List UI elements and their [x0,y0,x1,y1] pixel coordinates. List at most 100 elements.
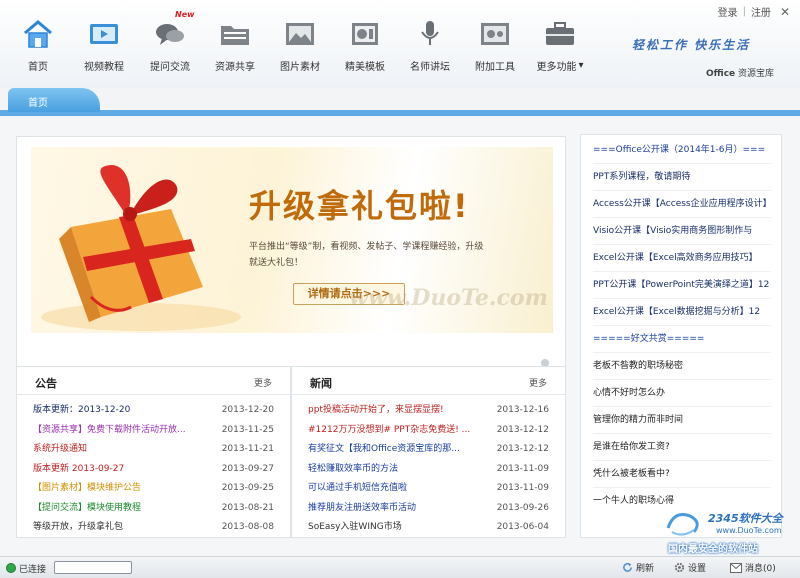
notice-item-title[interactable]: 系统升级通知 [33,440,213,460]
toolbar-pictures-button[interactable]: 图片素材 [268,18,332,76]
sidebar-link[interactable]: Excel公开课【Excel高效商务应用技巧】 [593,245,771,272]
gift-box-icon [41,165,241,331]
brand-logo: Office 资源宝库 [706,66,774,79]
sidebar-link[interactable]: PPT系列课程，敬请期待 [593,164,771,191]
notice-item-title[interactable]: 【提问交流】模块使用教程 [33,499,213,519]
promo-banner[interactable]: 升级拿礼包啦! 平台推出“等级”制，看视频、发帖子、学课程赚经验，升级就送大礼包… [31,147,553,333]
toolbar-qa-button[interactable]: New 提问交流 [138,10,202,76]
microphone-icon [421,21,439,45]
swirl-logo-icon [666,513,699,536]
notice-row[interactable]: 系统升级通知 2013-11-21 [17,440,290,460]
course-sidebar: ===Office公开课（2014年1-6月）=== PPT系列课程，敬请期待 Ac… [580,134,782,538]
sidebar-link[interactable]: 是谁在给你发工资? [593,434,771,461]
notice-row[interactable]: 【资源共享】免费下载附件活动开放... 2013-11-25 [17,421,290,441]
notice-item-title[interactable]: 【资源共享】免费下载附件活动开放... [33,421,213,441]
sidebar-link[interactable]: Access公开课【Access企业应用程序设计】 [593,191,771,218]
status-input[interactable] [54,561,132,574]
toolbar-more-label: 更多功能 [536,62,577,73]
notice-item-date: 2013-09-27 [221,463,274,474]
main-content: 升级拿礼包啦! 平台推出“等级”制，看视频、发帖子、学课程赚经验，升级就送大礼包… [0,118,800,554]
news-item-date: 2013-12-12 [496,424,549,435]
refresh-button[interactable]: 刷新 [622,561,654,574]
news-item-date: 2013-11-09 [496,483,549,493]
news-row[interactable]: 可以通过手机短信充值啦 2013-11-09 [292,479,565,499]
toolbar-tools-button[interactable]: 附加工具 [463,18,527,76]
news-item-title[interactable]: 轻松赚取效率币的方法 [308,460,488,480]
messages-label: 消息(0) [745,564,776,574]
toolbar-more-button[interactable]: 更多功能 ▾ [528,18,592,76]
notice-item-title[interactable]: 版本更新 2013-09-27 [33,460,213,480]
notice-row[interactable]: 【图片素材】模块维护公告 2013-09-25 [17,479,290,499]
news-item-title[interactable]: 推荐朋友注册送效率币活动 [308,499,488,519]
sidebar-link[interactable]: 凭什么被老板看中? [593,461,771,488]
news-item-title[interactable]: 有奖征文【我和Office资源宝库的那... [308,440,488,460]
news-row[interactable]: #1212万万没想到# PPT杂志免费送! ... 2013-12-12 [292,421,565,441]
tab-home[interactable]: 首页 [8,88,100,112]
notice-item-title[interactable]: 【图片素材】模块维护公告 [33,479,213,499]
settings-button[interactable]: 设置 [674,561,706,574]
template-icon [352,23,378,45]
news-row[interactable]: SoEasy入驻WING市场 2013-06-04 [292,518,565,538]
notice-item-title[interactable]: 版本更新：2013-12-20 [33,401,213,421]
banner-watermark: www.DuoTe.com [349,285,548,311]
brand-label: 资源宝库 [738,69,775,79]
notice-panel: 公告 更多 版本更新：2013-12-20 2013-12-20 【资源共享】免费下… [16,366,291,538]
toolbar-templates-button[interactable]: 精美模板 [333,18,397,76]
news-item-title[interactable]: SoEasy入驻WING市场 [308,518,488,538]
chevron-down-icon: ▾ [578,60,584,71]
watermark-url: www.DuoTe.com [716,526,782,535]
sidebar-section-heading: ===Office公开课（2014年1-6月）=== [593,137,771,164]
notice-item-date: 2013-08-08 [221,522,274,532]
toolbar-lectures-button[interactable]: 名师讲坛 [398,18,462,76]
video-icon [90,24,118,44]
briefcase-icon [546,22,574,45]
notice-row[interactable]: 【提问交流】模块使用教程 2013-08-21 [17,499,290,519]
sidebar-link[interactable]: 老板不昝教的职场秘密 [593,353,771,380]
notice-row[interactable]: 版本更新 2013-09-27 2013-09-27 [17,460,290,480]
toolbar-share-label: 资源共享 [215,62,255,73]
top-toolbar: 首页 视频教程 New 提问交流 资源共享 图片素材 精美模板 名师讲坛 附加工… [0,0,800,88]
banner-box: 升级拿礼包啦! 平台推出“等级”制，看视频、发帖子、学课程赚经验，升级就送大礼包… [16,136,566,372]
notice-item-title[interactable]: 等级开放，升级拿礼包 [33,518,213,538]
toolbar-pictures-label: 图片素材 [280,62,320,73]
news-item-title[interactable]: #1212万万没想到# PPT杂志免费送! ... [308,421,488,441]
news-row[interactable]: 轻松赚取效率币的方法 2013-11-09 [292,460,565,480]
connection-status-icon [6,563,16,573]
news-more-link[interactable]: 更多 [529,376,547,389]
news-header: 新闻 更多 [292,367,565,395]
close-icon[interactable]: ✕ [780,5,790,19]
sidebar-link[interactable]: Visio公开课【Visio实用商务图形制作与 [593,218,771,245]
home-icon [24,20,52,48]
picture-icon [286,23,314,45]
register-link[interactable]: 注册 [751,4,771,19]
sidebar-link[interactable]: 管理你的精力而非时间 [593,407,771,434]
slogan: 轻松工作 快乐生活 [632,38,751,52]
toolbar-video-button[interactable]: 视频教程 [72,18,136,76]
brand-office: Office [706,69,736,79]
news-row[interactable]: 推荐朋友注册送效率币活动 2013-09-26 [292,499,565,519]
sidebar-link[interactable]: Excel公开课【Excel数据挖掘与分析】12 [593,299,771,326]
sidebar-list: ===Office公开课（2014年1-6月）=== PPT系列课程，敬请期待 Ac… [581,135,781,515]
sidebar-link[interactable]: PPT公开课【PowerPoint完美演绎之道】12 [593,272,771,299]
refresh-icon [623,562,632,572]
news-item-title[interactable]: 可以通过手机短信充值啦 [308,479,488,499]
news-row[interactable]: ppt投稿活动开始了，来显摆显摆! 2013-12-16 [292,401,565,421]
notice-row[interactable]: 等级开放，升级拿礼包 2013-08-08 [17,518,290,538]
login-link[interactable]: 登录 [718,4,738,19]
notice-row[interactable]: 版本更新：2013-12-20 2013-12-20 [17,401,290,421]
toolbar-lectures-label: 名师讲坛 [410,62,450,73]
toolbar-share-button[interactable]: 资源共享 [203,18,267,76]
watermark-logo: 2345软件大全 www.DuoTe.com 国内最安全的软件站 [660,508,800,555]
new-badge: New [175,10,195,19]
notice-more-link[interactable]: 更多 [254,376,272,389]
news-row[interactable]: 有奖征文【我和Office资源宝库的那... 2013-12-12 [292,440,565,460]
banner-subtitle: 平台推出“等级”制，看视频、发帖子、学课程赚经验，升级就送大礼包！ [249,242,484,268]
news-item-title[interactable]: ppt投稿活动开始了，来显摆显摆! [308,401,488,421]
sidebar-link[interactable]: 心情不好时怎么办 [593,380,771,407]
messages-button[interactable]: 消息(0) [730,561,776,574]
toolbar-home-button[interactable]: 首页 [6,18,70,76]
status-bar: 已连接 刷新 设置 消息(0) [0,556,800,578]
toolbar-tools-label: 附加工具 [475,62,515,73]
toolbar-templates-label: 精美模板 [345,62,385,73]
watermark-tagline: 国内最安全的软件站 [668,544,758,555]
